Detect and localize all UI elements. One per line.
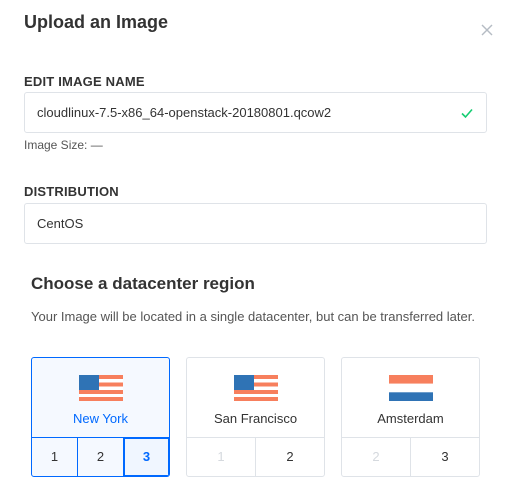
image-name-label: EDIT IMAGE NAME	[24, 74, 145, 89]
image-name-value[interactable]: cloudlinux-7.5-x86_64-openstack-20180801…	[37, 105, 452, 120]
datacenter-row-san-francisco: 1 2	[187, 436, 324, 476]
close-icon[interactable]	[480, 23, 494, 37]
upload-image-dialog: Upload an Image EDIT IMAGE NAME cloudlin…	[0, 0, 512, 479]
us-flag-icon	[233, 375, 278, 401]
datacenter-nyc1[interactable]: 1	[32, 438, 77, 476]
datacenter-sfo1: 1	[217, 449, 225, 465]
region-name-amsterdam: Amsterdam	[377, 411, 444, 426]
region-select-amsterdam[interactable]: Amsterdam	[342, 358, 479, 437]
region-select-new-york[interactable]: New York	[32, 358, 169, 437]
datacenter-sfo2[interactable]: 2	[255, 437, 324, 476]
us-flag-icon	[78, 375, 123, 401]
check-icon	[461, 108, 473, 118]
datacenter-nyc2[interactable]: 2	[77, 437, 123, 476]
region-name-new-york: New York	[73, 411, 128, 426]
datacenter-ams3[interactable]: 3	[410, 437, 479, 476]
image-name-field[interactable]: cloudlinux-7.5-x86_64-openstack-20180801…	[24, 92, 487, 133]
region-section-title: Choose a datacenter region	[31, 274, 255, 293]
datacenter-row-amsterdam: 2 3	[342, 436, 479, 476]
region-card-san-francisco[interactable]: San Francisco 1 2	[186, 357, 325, 477]
datacenter-nyc3[interactable]: 3	[123, 437, 169, 476]
distribution-label: DISTRIBUTION	[24, 184, 119, 199]
netherlands-flag-icon	[388, 375, 433, 401]
region-card-amsterdam[interactable]: Amsterdam 2 3	[341, 357, 480, 477]
dialog-title: Upload an Image	[24, 12, 169, 32]
region-select-san-francisco[interactable]: San Francisco	[187, 358, 324, 437]
region-name-san-francisco: San Francisco	[213, 411, 298, 426]
image-size-text: Image Size: —	[24, 138, 103, 152]
distribution-value[interactable]: CentOS	[37, 216, 474, 231]
datacenter-row-new-york: 1 2 3	[32, 436, 169, 476]
region-card-new-york[interactable]: New York 1 2 3	[31, 357, 170, 477]
region-description: Your Image will be located in a single d…	[31, 309, 475, 324]
region-options: New York 1 2 3 San Francisco 1 2 Amsterd…	[31, 357, 480, 477]
datacenter-ams2: 2	[372, 449, 380, 465]
distribution-select[interactable]: CentOS	[24, 203, 487, 244]
